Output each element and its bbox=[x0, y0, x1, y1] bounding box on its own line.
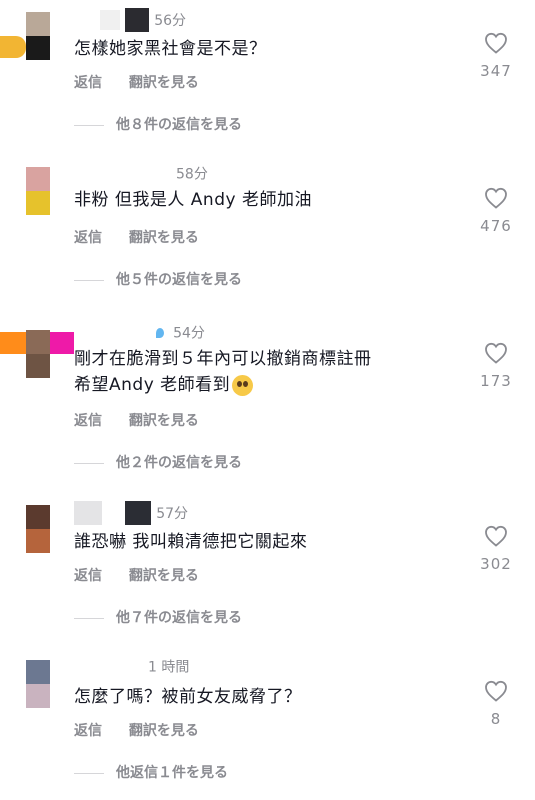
comment-meta: 57分 bbox=[74, 501, 189, 525]
view-replies-label: 他返信１件を見る bbox=[116, 765, 228, 781]
avatar[interactable] bbox=[26, 330, 50, 378]
comment-text-line-2: 希望Andy 老師看到 bbox=[74, 372, 434, 398]
avatar-overlay-magenta bbox=[50, 332, 74, 354]
username-redacted-dark bbox=[125, 501, 152, 525]
translate-button[interactable]: 翻訳を見る bbox=[129, 230, 199, 246]
like-button[interactable]: 173 bbox=[476, 342, 516, 390]
comment-text: 誰恐嚇 我叫賴清德把它關起來 bbox=[74, 529, 414, 555]
translate-button[interactable]: 翻訳を見る bbox=[129, 413, 199, 429]
username-redacted[interactable] bbox=[74, 501, 102, 525]
comment-actions: 返信 翻訳を見る bbox=[74, 565, 221, 585]
comment-meta: 58分 bbox=[176, 163, 208, 185]
view-replies[interactable]: 他８件の返信を見る bbox=[74, 114, 242, 134]
view-replies[interactable]: 他５件の返信を見る bbox=[74, 269, 242, 289]
like-button[interactable]: 347 bbox=[476, 32, 516, 80]
divider bbox=[74, 279, 104, 281]
reply-button[interactable]: 返信 bbox=[74, 568, 102, 584]
comment-meta: 56分 bbox=[100, 8, 187, 32]
comment-time: 57分 bbox=[156, 506, 189, 522]
avatar-overlay-orange bbox=[0, 36, 26, 58]
comment-actions: 返信 翻訳を見る bbox=[74, 720, 221, 740]
avatar[interactable] bbox=[26, 167, 50, 215]
view-replies-label: 他８件の返信を見る bbox=[116, 117, 242, 133]
like-count: 476 bbox=[480, 217, 512, 235]
comment-actions: 返信 翻訳を見る bbox=[74, 410, 221, 430]
comment-text-line: 怎樣她家黑社會是不是？ bbox=[74, 39, 267, 59]
divider bbox=[74, 462, 104, 464]
comment-actions: 返信 翻訳を見る bbox=[74, 227, 221, 247]
comment-meta: 54分 bbox=[156, 322, 205, 344]
like-button[interactable]: 302 bbox=[476, 525, 516, 573]
divider bbox=[74, 772, 104, 774]
view-replies-label: 他７件の返信を見る bbox=[116, 610, 242, 626]
avatar-overlay-orange bbox=[0, 332, 26, 354]
like-count: 347 bbox=[480, 62, 512, 80]
reply-button[interactable]: 返信 bbox=[74, 723, 102, 739]
heart-outline-icon bbox=[485, 342, 507, 364]
reply-button[interactable]: 返信 bbox=[74, 230, 102, 246]
view-replies-label: 他２件の返信を見る bbox=[116, 455, 242, 471]
username-redacted-dark bbox=[125, 8, 150, 32]
reply-button[interactable]: 返信 bbox=[74, 75, 102, 91]
comment-text: 怎樣她家黑社會是不是？ bbox=[74, 36, 414, 62]
heart-outline-icon bbox=[485, 187, 507, 209]
comment-text-line: 誰恐嚇 我叫賴清德把它關起來 bbox=[74, 532, 308, 552]
like-button[interactable]: 476 bbox=[476, 187, 516, 235]
comment-item: 57分 誰恐嚇 我叫賴清德把它關起來 返信 翻訳を見る 302 他７件の返信を見… bbox=[0, 493, 535, 643]
comment-time: 56分 bbox=[154, 13, 187, 29]
heart-outline-icon bbox=[485, 525, 507, 547]
view-replies-label: 他５件の返信を見る bbox=[116, 272, 242, 288]
view-replies[interactable]: 他７件の返信を見る bbox=[74, 607, 242, 627]
comment-item: 58分 非粉 但我是人 Andy 老師加油 返信 翻訳を見る 476 他５件の返… bbox=[0, 155, 535, 305]
translate-button[interactable]: 翻訳を見る bbox=[129, 75, 199, 91]
heart-outline-icon bbox=[485, 680, 507, 702]
comment-meta: 1 時間 bbox=[148, 656, 189, 678]
username-redacted[interactable] bbox=[100, 10, 120, 30]
verified-badge-icon bbox=[156, 327, 164, 338]
comment-time: 1 時間 bbox=[148, 659, 190, 676]
translate-button[interactable]: 翻訳を見る bbox=[129, 568, 199, 584]
pleading-face-emoji bbox=[232, 374, 254, 396]
avatar[interactable] bbox=[26, 12, 50, 60]
translate-button[interactable]: 翻訳を見る bbox=[129, 723, 199, 739]
like-button[interactable]: 8 bbox=[476, 680, 516, 728]
avatar[interactable] bbox=[26, 660, 50, 708]
reply-button[interactable]: 返信 bbox=[74, 413, 102, 429]
divider bbox=[74, 124, 104, 126]
comment-text-line: 希望Andy 老師看到 bbox=[74, 375, 231, 395]
comment-item: 56分 怎樣她家黑社會是不是？ 返信 翻訳を見る 347 他８件の返信を見る bbox=[0, 0, 535, 150]
divider bbox=[74, 617, 104, 619]
like-count: 302 bbox=[480, 555, 512, 573]
comment-time: 54分 bbox=[173, 325, 205, 342]
avatar[interactable] bbox=[26, 505, 50, 553]
comment-actions: 返信 翻訳を見る bbox=[74, 72, 221, 92]
comment-text-line: 怎麼了嗎？被前女友威脅了？ bbox=[74, 687, 302, 707]
comment-text-line: 非粉 但我是人 Andy 老師加油 bbox=[74, 190, 312, 210]
comment-time: 58分 bbox=[176, 166, 208, 183]
view-replies[interactable]: 他返信１件を見る bbox=[74, 762, 228, 782]
comment-item: 54分 剛才在脆滑到５年內可以撤銷商標註冊 希望Andy 老師看到 返信 翻訳を… bbox=[0, 310, 535, 471]
comment-text: 剛才在脆滑到５年內可以撤銷商標註冊 希望Andy 老師看到 bbox=[74, 346, 434, 398]
comment-item: 1 時間 怎麼了嗎？被前女友威脅了？ 返信 翻訳を見る 8 他返信１件を見る bbox=[0, 648, 535, 798]
view-replies[interactable]: 他２件の返信を見る bbox=[74, 452, 242, 472]
like-count: 8 bbox=[490, 710, 502, 728]
like-count: 173 bbox=[480, 372, 512, 390]
comment-text-line: 剛才在脆滑到５年內可以撤銷商標註冊 bbox=[74, 349, 372, 369]
comment-text: 非粉 但我是人 Andy 老師加油 bbox=[74, 187, 414, 213]
comment-text: 怎麼了嗎？被前女友威脅了？ bbox=[74, 684, 414, 710]
heart-outline-icon bbox=[485, 32, 507, 54]
